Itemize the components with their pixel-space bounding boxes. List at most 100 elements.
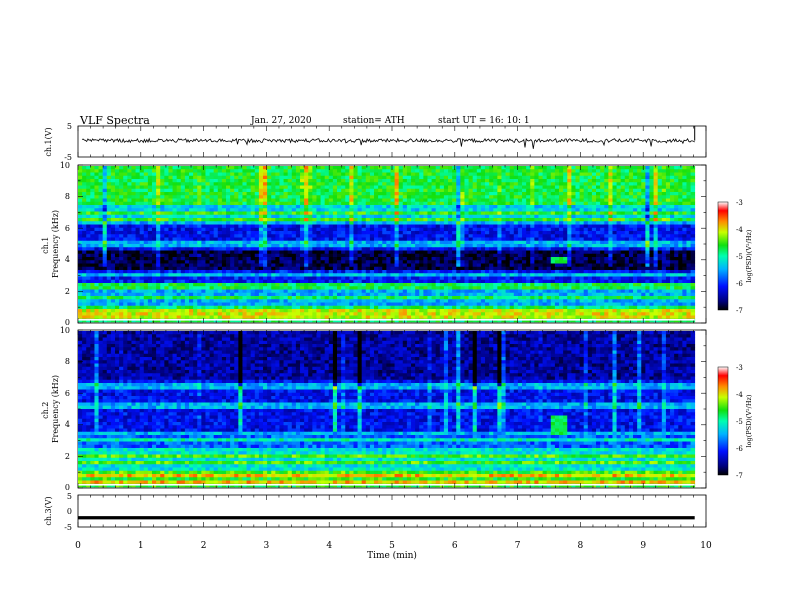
spectrogram-cell xyxy=(201,188,206,193)
spectrogram-cell xyxy=(209,234,215,238)
spectrogram-cell xyxy=(250,172,256,177)
spectrogram-cell xyxy=(612,227,617,232)
spectrogram-cell xyxy=(275,263,280,268)
spectrogram-cell xyxy=(168,266,173,271)
spectrogram-cell xyxy=(365,201,371,206)
spectrogram-cell xyxy=(369,257,375,261)
spectrogram-cell xyxy=(637,175,642,180)
spectrogram-cell xyxy=(583,198,589,203)
spectrogram-cell xyxy=(620,224,626,229)
spectrogram-cell xyxy=(119,166,124,170)
spectrogram-cell xyxy=(419,175,424,180)
spectrogram-cell xyxy=(411,250,416,255)
station-label: station= ATH xyxy=(343,116,405,126)
spectrogram-cell xyxy=(201,175,206,180)
spectrogram-cell xyxy=(115,257,120,261)
spectrogram-cell xyxy=(332,214,338,219)
spectrogram-cell xyxy=(283,195,289,199)
spectrogram-cell xyxy=(263,195,268,199)
spectrogram-cell xyxy=(180,166,186,170)
spectrogram-cell xyxy=(246,244,252,248)
spectrogram-cell xyxy=(250,234,256,238)
spectrogram-cell xyxy=(205,263,210,268)
spectrogram-cell xyxy=(493,198,498,203)
spectrogram-cell xyxy=(452,188,457,193)
spectrogram-cell xyxy=(341,195,346,199)
spectrogram-cell xyxy=(361,185,367,190)
spectrogram-cell xyxy=(189,270,194,274)
spectrogram-cell xyxy=(258,221,264,225)
spectrogram-cell xyxy=(583,244,589,248)
spectrogram-cell xyxy=(411,234,416,238)
spectrogram-cell xyxy=(563,205,568,209)
spectrogram-cell xyxy=(567,179,572,183)
spectrogram-cell xyxy=(152,201,157,206)
spectrogram-cell xyxy=(505,201,511,206)
spectrogram-cell xyxy=(135,195,141,199)
spectrogram-cell xyxy=(156,247,161,251)
spectrogram-cell xyxy=(678,214,683,219)
spectrogram-cell xyxy=(234,205,239,209)
spectrogram-cell xyxy=(456,205,461,209)
spectrogram-cell xyxy=(411,214,416,219)
spectrogram-cell xyxy=(406,198,412,203)
spectrogram-cell xyxy=(616,247,622,251)
spectrogram-cell xyxy=(82,231,87,235)
spectrogram-cell xyxy=(476,214,482,219)
spectrogram-cell xyxy=(246,224,252,229)
spectrogram-cell xyxy=(402,266,408,271)
spectrogram-cell xyxy=(542,234,548,238)
spectrogram-cell xyxy=(115,185,120,190)
spectrogram-cell xyxy=(115,260,120,264)
spectrogram-cell xyxy=(628,166,634,170)
spectrogram-cell xyxy=(300,240,305,245)
spectrogram-cell xyxy=(678,257,683,261)
spectrogram-cell xyxy=(176,188,182,193)
spectrogram-cell xyxy=(283,182,289,186)
spectrogram-cell xyxy=(78,175,83,180)
spectrogram-cell xyxy=(139,234,145,238)
spectrogram-cell xyxy=(406,257,412,261)
spectrogram-cell xyxy=(172,201,178,206)
spectrogram-cell xyxy=(419,195,424,199)
spectrogram-cell xyxy=(184,253,190,258)
spectrogram-cell xyxy=(238,244,243,248)
spectrogram-cell xyxy=(538,169,543,173)
spectrogram-cell xyxy=(591,266,597,271)
spectrogram-cell xyxy=(674,234,679,238)
spectrogram-cell xyxy=(110,169,116,173)
spectrogram-cell xyxy=(242,208,247,212)
spectrogram-cell xyxy=(123,270,128,274)
spectrogram-cell xyxy=(250,188,256,193)
spectrogram-cell xyxy=(242,221,247,225)
spectrogram-cell xyxy=(242,260,247,264)
spectrogram-cell xyxy=(263,231,268,235)
spectrogram-cell xyxy=(472,263,478,268)
spectrogram-cell xyxy=(361,179,367,183)
spectrogram-cell xyxy=(361,188,367,193)
spectrogram-cell xyxy=(402,188,408,193)
spectrogram-cell xyxy=(283,218,289,222)
spectrogram-cell xyxy=(341,253,346,258)
spectrogram-cell xyxy=(452,221,457,225)
spectrogram-cell xyxy=(378,201,383,206)
spectrogram-cell xyxy=(530,253,535,258)
spectrogram-cell xyxy=(263,201,268,206)
spectrogram-cell xyxy=(226,237,231,242)
spectrogram-cell xyxy=(86,201,91,206)
spectrogram-cell xyxy=(546,182,552,186)
spectrogram-cell xyxy=(530,188,535,193)
spectrogram-cell xyxy=(238,201,243,206)
spectrogram-cell xyxy=(571,224,576,229)
spectrogram-cell xyxy=(452,211,457,216)
spectrogram-cell xyxy=(369,234,375,238)
spectrogram-cell xyxy=(546,192,552,196)
spectrogram-cell xyxy=(567,205,572,209)
spectrogram-cell xyxy=(357,234,363,238)
spectrogram-cell xyxy=(172,247,178,251)
spectrogram-cell xyxy=(267,175,272,180)
spectrogram-cell xyxy=(176,237,182,242)
spectrogram-cell xyxy=(402,224,408,229)
spectrogram-cell xyxy=(242,263,247,268)
spectrogram-cell xyxy=(345,257,350,261)
